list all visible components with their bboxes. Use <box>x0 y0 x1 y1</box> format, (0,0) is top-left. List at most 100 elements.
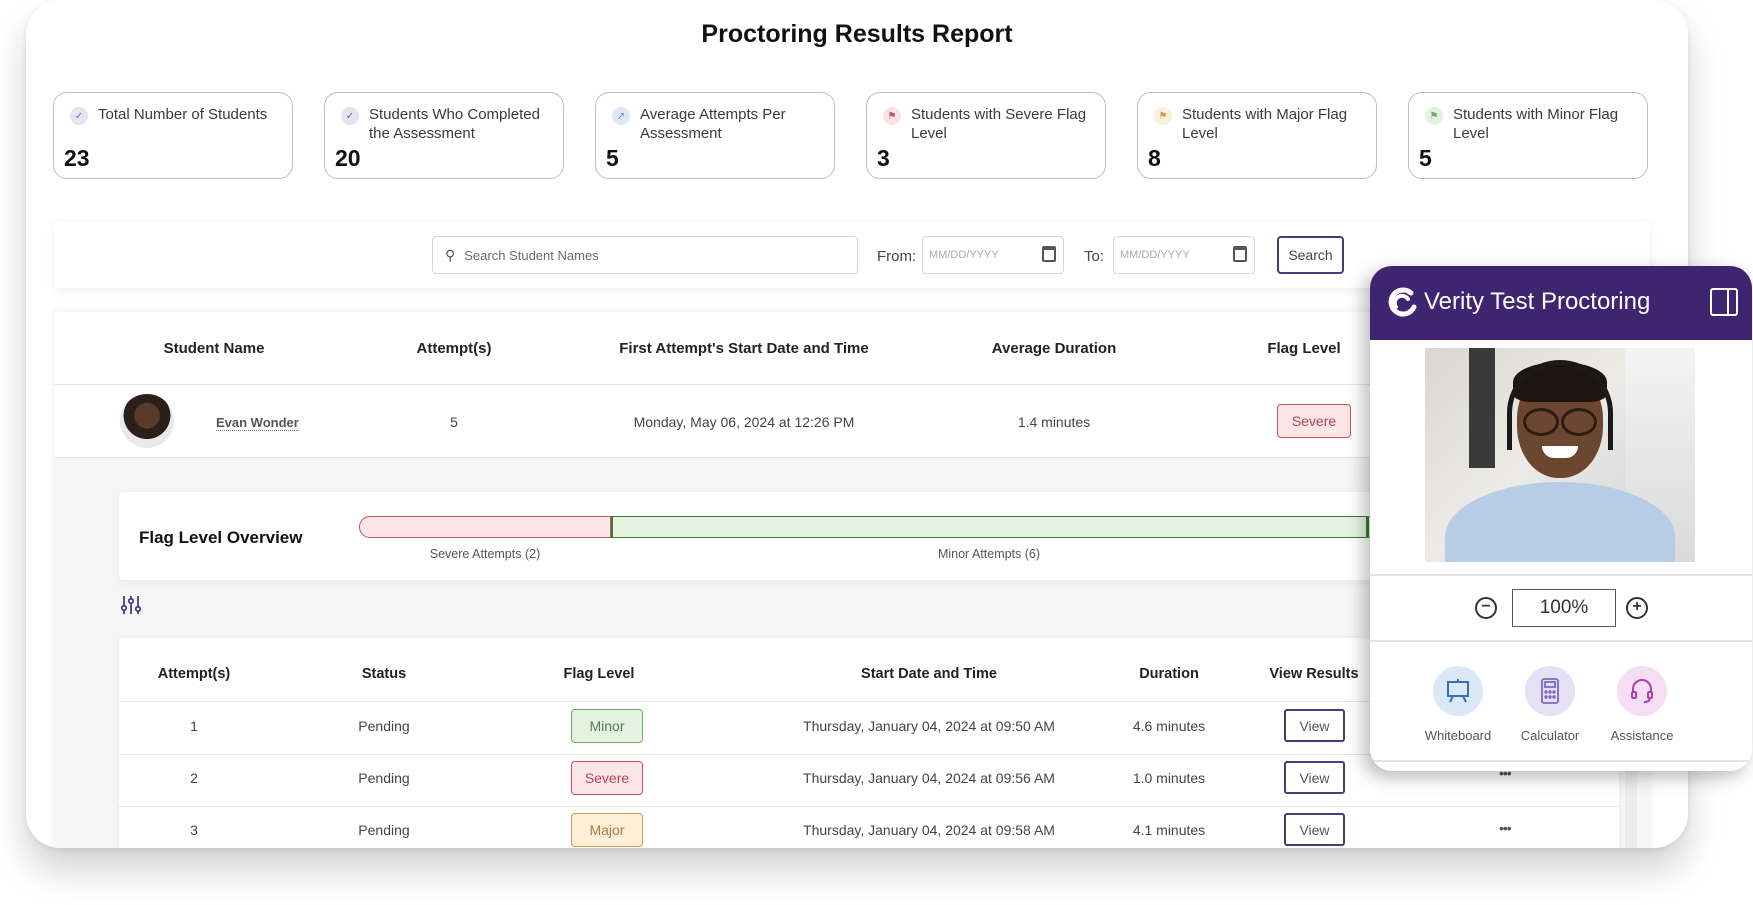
stat-minor: ⚑ Students with Minor Flag Level 5 <box>1408 92 1648 179</box>
severe-segment <box>359 516 611 538</box>
zoom-level-input[interactable]: 100% <box>1512 589 1616 627</box>
zoom-in-icon[interactable]: + <box>1626 597 1648 619</box>
flag-icon: ⚑ <box>1154 107 1172 125</box>
stat-label: Average Attempts Per Assessment <box>640 106 786 142</box>
search-placeholder: Search Student Names <box>464 247 599 263</box>
flag-level-overview: Flag Level Overview Severe Attempts (2) … <box>119 492 1427 580</box>
stage: Proctoring Results Report ✓ Total Number… <box>0 0 1753 905</box>
filter-settings-icon[interactable] <box>120 594 142 616</box>
stat-label: Students with Major Flag Level <box>1182 106 1348 142</box>
stat-value: 5 <box>1419 145 1432 171</box>
attempt-duration: 1.0 minutes <box>1132 770 1206 786</box>
person-glasses <box>1523 408 1597 436</box>
column-header: Average Duration <box>991 340 1117 357</box>
stat-value: 23 <box>64 145 90 171</box>
stat-major: ⚑ Students with Major Flag Level 8 <box>1137 92 1377 179</box>
check-circle-icon: ✓ <box>70 107 88 125</box>
from-label: From: <box>877 248 917 265</box>
attempt-status: Pending <box>358 718 410 734</box>
view-results-button[interactable]: View <box>1284 709 1345 742</box>
flag-badge: Severe <box>1277 404 1351 438</box>
first-start-date: Monday, May 06, 2024 at 12:26 PM <box>633 414 855 430</box>
stat-label: Total Number of Students <box>98 106 268 123</box>
background-binder <box>1469 348 1495 468</box>
whiteboard-icon <box>1433 666 1483 716</box>
flag-badge: Minor <box>571 709 643 743</box>
from-date-placeholder: MM/DD/YYYY <box>929 249 999 261</box>
flag-icon: ⚑ <box>1425 107 1443 125</box>
column-header: Student Name <box>163 340 265 357</box>
tool-label: Calculator <box>1520 728 1580 743</box>
stat-value: 8 <box>1148 145 1161 171</box>
stat-value: 3 <box>877 145 890 171</box>
column-header: Duration <box>1139 666 1199 682</box>
stat-label: Students with Severe Flag Level <box>911 106 1087 142</box>
more-options-icon[interactable]: ••• <box>1499 820 1512 836</box>
search-input[interactable]: ⚲ Search Student Names <box>432 236 858 274</box>
divider <box>1370 574 1752 576</box>
page-title: Proctoring Results Report <box>701 20 1013 48</box>
calendar-icon[interactable] <box>1233 246 1247 262</box>
attempt-number: 1 <box>190 718 198 734</box>
webcam-feed <box>1425 348 1695 562</box>
column-header: Flag Level <box>563 666 635 682</box>
stat-label: Students with Minor Flag Level <box>1453 106 1619 142</box>
view-results-button[interactable]: View <box>1284 761 1345 794</box>
panel-title: Verity Test Proctoring <box>1424 288 1651 315</box>
stat-value: 5 <box>606 145 619 171</box>
flag-badge: Major <box>571 813 643 847</box>
column-header: Status <box>361 666 407 682</box>
panel-header: Verity Test Proctoring <box>1370 266 1752 340</box>
verity-logo-icon <box>1388 287 1417 317</box>
flag-icon: ⚑ <box>883 107 901 125</box>
calculator-icon <box>1525 666 1575 716</box>
column-header: Start Date and Time <box>861 666 997 682</box>
divider <box>1370 640 1752 642</box>
stat-total-students: ✓ Total Number of Students 23 <box>53 92 293 179</box>
stat-label: Students Who Completed the Assessment <box>369 106 540 142</box>
tool-label: Assistance <box>1610 728 1674 743</box>
stat-average-attempts: ↗ Average Attempts Per Assessment 5 <box>595 92 835 179</box>
divider <box>1370 760 1752 762</box>
attempt-start: Thursday, January 04, 2024 at 09:50 AM <box>803 718 1055 734</box>
zoom-out-icon[interactable]: − <box>1475 597 1497 619</box>
column-header: First Attempt's Start Date and Time <box>619 340 869 357</box>
overview-title: Flag Level Overview <box>139 528 303 547</box>
attempt-status: Pending <box>358 822 410 838</box>
attempt-number: 3 <box>190 822 198 838</box>
assistance-button[interactable]: Assistance <box>1602 666 1682 743</box>
sidebar-toggle-icon[interactable] <box>1710 288 1738 316</box>
column-header: View Results <box>1269 666 1359 682</box>
attempt-status: Pending <box>358 770 410 786</box>
view-results-button[interactable]: View <box>1284 813 1345 846</box>
minor-segment-label: Minor Attempts (6) <box>937 547 1041 561</box>
search-button[interactable]: Search <box>1277 236 1344 274</box>
tool-label: Whiteboard <box>1424 728 1492 743</box>
calculator-button[interactable]: Calculator <box>1510 666 1590 743</box>
attempts-count: 5 <box>450 414 458 430</box>
search-icon: ⚲ <box>445 246 456 263</box>
calendar-icon[interactable] <box>1042 246 1056 262</box>
minor-segment <box>611 516 1367 538</box>
from-date-input[interactable]: MM/DD/YYYY <box>922 236 1064 274</box>
severe-segment-label: Severe Attempts (2) <box>429 547 541 561</box>
average-duration: 1.4 minutes <box>1017 414 1091 430</box>
stat-completed: ✓ Students Who Completed the Assessment … <box>324 92 564 179</box>
stat-value: 20 <box>335 145 361 171</box>
attempt-duration: 4.6 minutes <box>1132 718 1206 734</box>
column-header: Flag Level <box>1267 340 1341 357</box>
column-header: Attempt(s) <box>416 340 492 357</box>
attempt-duration: 4.1 minutes <box>1132 822 1206 838</box>
avatar <box>120 394 174 448</box>
divider <box>119 806 1619 807</box>
attempt-number: 2 <box>190 770 198 786</box>
check-circle-icon: ✓ <box>341 107 359 125</box>
column-header: Attempt(s) <box>157 666 231 682</box>
to-date-input[interactable]: MM/DD/YYYY <box>1113 236 1255 274</box>
whiteboard-button[interactable]: Whiteboard <box>1418 666 1498 743</box>
headset-icon <box>1617 666 1667 716</box>
attempt-start: Thursday, January 04, 2024 at 09:56 AM <box>803 770 1055 786</box>
attempt-start: Thursday, January 04, 2024 at 09:58 AM <box>803 822 1055 838</box>
student-name-link[interactable]: Evan Wonder <box>216 415 299 431</box>
flag-badge: Severe <box>571 761 643 795</box>
